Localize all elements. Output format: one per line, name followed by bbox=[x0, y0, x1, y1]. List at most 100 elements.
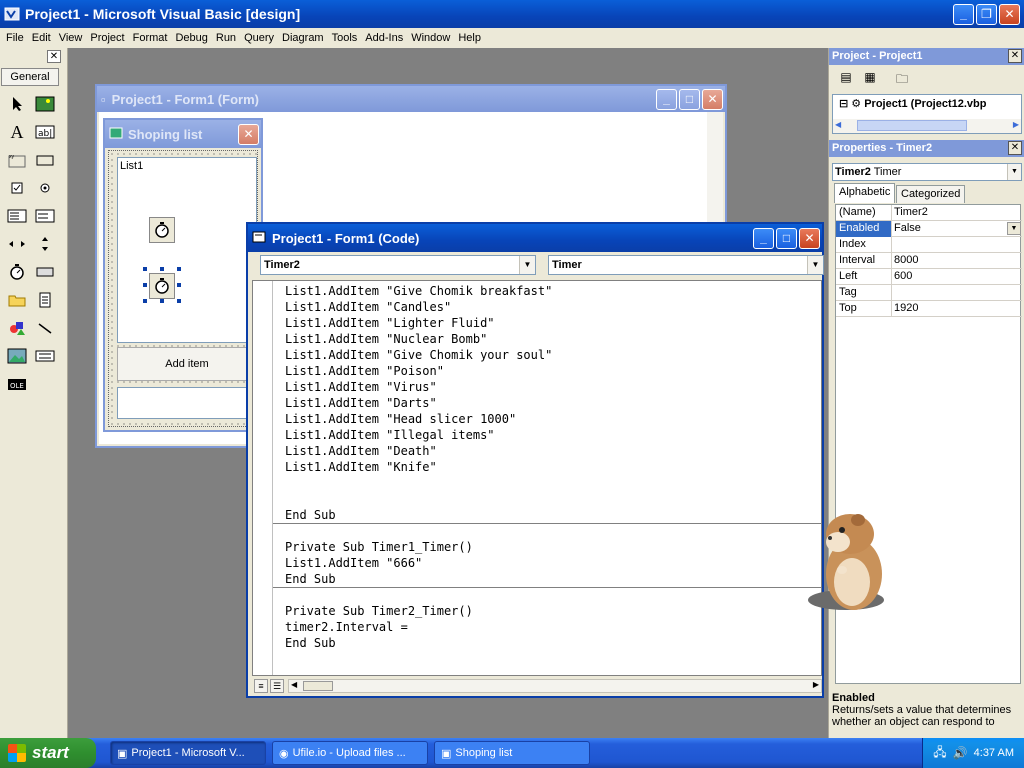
picture-box-icon[interactable] bbox=[31, 90, 59, 118]
code-line[interactable]: List1.AddItem "Give Chomik breakfast" bbox=[285, 283, 552, 299]
menu-project[interactable]: Project bbox=[86, 32, 128, 44]
item-textbox[interactable] bbox=[117, 387, 257, 419]
code-line[interactable]: timer2.Interval = bbox=[285, 619, 408, 635]
code-window-title-bar[interactable]: Project1 - Form1 (Code) _ □ ✕ bbox=[248, 224, 822, 252]
line-icon[interactable] bbox=[31, 314, 59, 342]
shop-form-title-bar[interactable]: Shoping list ✕ bbox=[105, 120, 261, 148]
property-value[interactable]: 8000 bbox=[892, 253, 1022, 269]
menu-query[interactable]: Query bbox=[240, 32, 278, 44]
full-module-view-icon[interactable]: ☰ bbox=[270, 679, 284, 693]
property-row[interactable]: Enabled False ▼ bbox=[836, 221, 1022, 237]
properties-object-combo[interactable]: Timer2 Timer ▼ bbox=[832, 163, 1022, 181]
network-icon[interactable]: 🖧 bbox=[933, 743, 946, 764]
menu-format[interactable]: Format bbox=[129, 32, 172, 44]
property-value[interactable]: 600 bbox=[892, 269, 1022, 285]
shop-form-body[interactable]: List1 Add item bbox=[108, 150, 258, 427]
code-editor[interactable]: List1.AddItem "Give Chomik breakfast" Lis… bbox=[252, 280, 822, 676]
timer1-control[interactable] bbox=[149, 217, 175, 243]
dir-list-icon[interactable] bbox=[3, 286, 31, 314]
project-tree-root[interactable]: ⊟ ⚙ Project1 (Project12.vbp bbox=[839, 97, 987, 110]
scroll-right-icon[interactable]: ▶ bbox=[1013, 120, 1019, 129]
volume-icon[interactable]: 🔊 bbox=[953, 746, 968, 760]
properties-panel-title-bar[interactable]: Properties - Timer2 ✕ bbox=[829, 140, 1024, 157]
code-line[interactable]: List1.AddItem "Nuclear Bomb" bbox=[285, 331, 487, 347]
code-line[interactable]: List1.AddItem "Illegal items" bbox=[285, 427, 495, 443]
project-tree[interactable]: ⊟ ⚙ Project1 (Project12.vbp ◀ ▶ bbox=[832, 94, 1022, 134]
start-button[interactable]: start bbox=[0, 738, 96, 768]
chevron-down-icon[interactable]: ▼ bbox=[519, 256, 535, 274]
menu-run[interactable]: Run bbox=[212, 32, 240, 44]
code-line[interactable]: List1.AddItem "666" bbox=[285, 555, 422, 571]
task-ufile[interactable]: ◉ Ufile.io - Upload files ... bbox=[272, 741, 428, 765]
vscroll-icon[interactable] bbox=[31, 230, 59, 258]
code-close-button[interactable]: ✕ bbox=[799, 227, 820, 249]
code-line[interactable]: List1.AddItem "Poison" bbox=[285, 363, 444, 379]
check-box-icon[interactable] bbox=[3, 174, 31, 202]
property-row[interactable]: Interval 8000 bbox=[836, 253, 1022, 269]
view-object-icon[interactable]: ▦ bbox=[859, 70, 881, 88]
code-line[interactable]: Private Sub Timer2_Timer() bbox=[285, 603, 473, 619]
frame-icon[interactable]: xy bbox=[3, 146, 31, 174]
object-combo[interactable]: Timer2 ▼ bbox=[260, 255, 536, 275]
form-minimize-button[interactable]: _ bbox=[656, 88, 677, 110]
code-line[interactable]: List1.AddItem "Darts" bbox=[285, 395, 437, 411]
property-value[interactable]: False bbox=[892, 221, 1022, 237]
code-minimize-button[interactable]: _ bbox=[753, 227, 774, 249]
menu-view[interactable]: View bbox=[55, 32, 87, 44]
property-row[interactable]: Tag bbox=[836, 285, 1022, 301]
list1-listbox[interactable]: List1 bbox=[117, 157, 257, 343]
code-line[interactable]: List1.AddItem "Lighter Fluid" bbox=[285, 315, 495, 331]
timer-icon[interactable] bbox=[3, 258, 31, 286]
code-line[interactable]: End Sub bbox=[285, 571, 336, 587]
property-value[interactable]: 1920 bbox=[892, 301, 1022, 317]
code-line[interactable]: List1.AddItem "Candles" bbox=[285, 299, 451, 315]
menu-tools[interactable]: Tools bbox=[328, 32, 362, 44]
ole-icon[interactable]: OLE bbox=[3, 370, 31, 398]
toolbox-general-tab[interactable]: General bbox=[1, 68, 59, 86]
property-row[interactable]: Index bbox=[836, 237, 1022, 253]
code-line[interactable]: List1.AddItem "Virus" bbox=[285, 379, 437, 395]
menu-edit[interactable]: Edit bbox=[28, 32, 55, 44]
pointer-icon[interactable] bbox=[3, 90, 31, 118]
code-line[interactable]: List1.AddItem "Give Chomik your soul" bbox=[285, 347, 552, 363]
selection-handle[interactable] bbox=[177, 299, 181, 303]
property-value[interactable]: Timer2 bbox=[892, 205, 1022, 221]
code-hscrollbar[interactable]: ◀ ▶ bbox=[288, 679, 822, 693]
add-item-button[interactable]: Add item bbox=[117, 347, 257, 381]
task-vb-project[interactable]: ▣ Project1 - Microsoft V... bbox=[110, 741, 266, 765]
property-value[interactable] bbox=[892, 237, 1022, 253]
scroll-thumb[interactable] bbox=[857, 120, 967, 131]
app-title-bar[interactable]: Project1 - Microsoft Visual Basic [desig… bbox=[0, 0, 1024, 28]
code-line[interactable]: End Sub bbox=[285, 635, 336, 651]
shop-form-close-button[interactable]: ✕ bbox=[238, 123, 259, 145]
shoping-list-form[interactable]: Shoping list ✕ List1 Add item bbox=[103, 118, 263, 432]
combo-box-icon[interactable] bbox=[3, 202, 31, 230]
toggle-folders-icon[interactable]: 🗀 bbox=[891, 70, 913, 88]
chevron-down-icon[interactable]: ▼ bbox=[1007, 164, 1021, 180]
chevron-down-icon[interactable]: ▼ bbox=[1007, 222, 1021, 235]
menu-diagram[interactable]: Diagram bbox=[278, 32, 328, 44]
selection-handle[interactable] bbox=[143, 267, 147, 271]
file-list-icon[interactable] bbox=[31, 286, 59, 314]
view-code-icon[interactable]: ▤ bbox=[835, 70, 857, 88]
code-line[interactable]: List1.AddItem "Knife" bbox=[285, 459, 437, 475]
menu-window[interactable]: Window bbox=[407, 32, 454, 44]
restore-button[interactable]: ❐ bbox=[976, 3, 997, 25]
scroll-left-icon[interactable]: ◀ bbox=[291, 680, 297, 689]
selection-handle[interactable] bbox=[143, 299, 147, 303]
selection-handle[interactable] bbox=[160, 267, 164, 271]
label-icon[interactable]: A bbox=[3, 118, 31, 146]
code-line[interactable]: List1.AddItem "Head slicer 1000" bbox=[285, 411, 516, 427]
property-row[interactable]: (Name) Timer2 bbox=[836, 205, 1022, 221]
code-line[interactable]: List1.AddItem "Death" bbox=[285, 443, 437, 459]
menu-help[interactable]: Help bbox=[454, 32, 485, 44]
selection-handle[interactable] bbox=[177, 267, 181, 271]
property-row[interactable]: Top 1920 bbox=[836, 301, 1022, 317]
data-icon[interactable] bbox=[31, 342, 59, 370]
minimize-button[interactable]: _ bbox=[953, 3, 974, 25]
toolbox-close-icon[interactable]: ✕ bbox=[47, 50, 61, 63]
procedure-view-icon[interactable]: ≡ bbox=[254, 679, 268, 693]
form-maximize-button[interactable]: □ bbox=[679, 88, 700, 110]
properties-panel-close-icon[interactable]: ✕ bbox=[1008, 141, 1022, 155]
selection-handle[interactable] bbox=[143, 283, 147, 287]
